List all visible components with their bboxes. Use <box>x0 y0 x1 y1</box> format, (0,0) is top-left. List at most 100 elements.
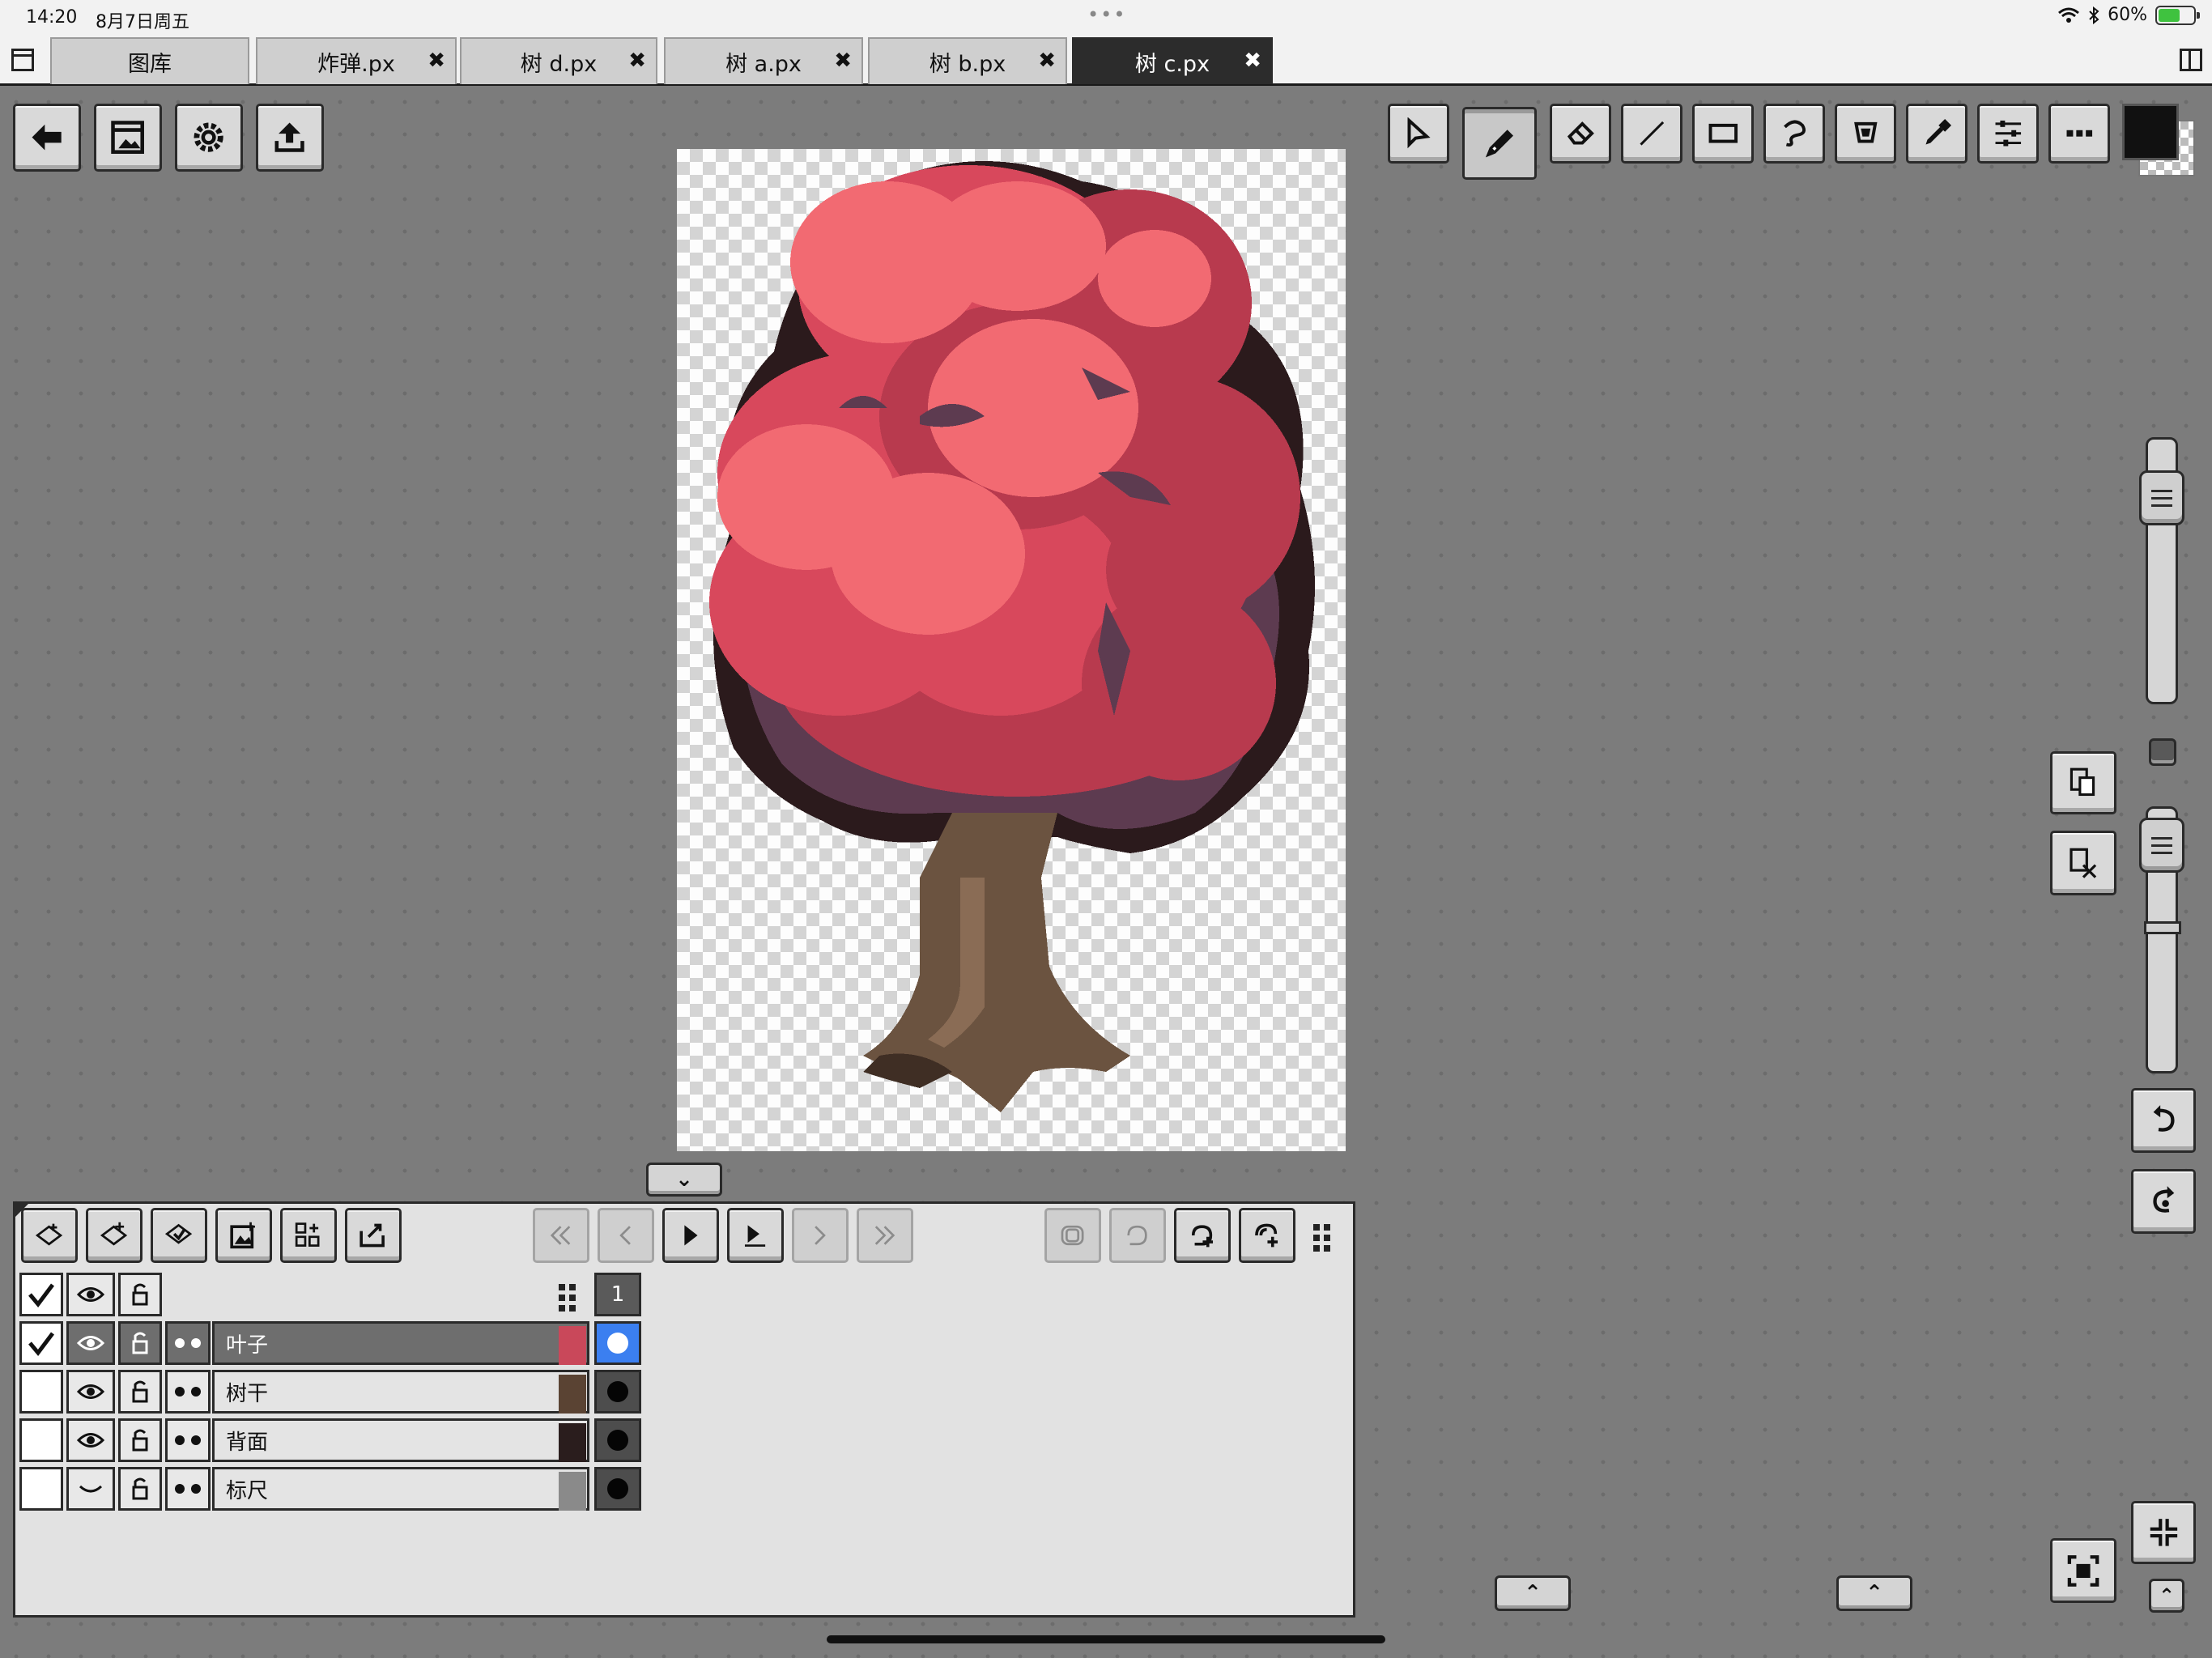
layer-name[interactable]: 标尺 <box>212 1467 589 1511</box>
layer-name[interactable]: 背面 <box>212 1418 589 1462</box>
close-tab-icon[interactable]: ✖ <box>1038 49 1056 73</box>
chevron-up-icon: ⌃ <box>1865 1581 1883 1605</box>
last-frame-button[interactable] <box>857 1208 913 1263</box>
redo-button[interactable] <box>2131 1169 2196 1234</box>
share-upload-button[interactable] <box>256 104 324 172</box>
close-tab-icon[interactable]: ✖ <box>834 49 852 73</box>
frame-copy-button[interactable] <box>1044 1208 1101 1263</box>
status-bar: 14:20 8月7日周五 ••• 60% <box>0 0 2212 36</box>
line-button[interactable] <box>1621 104 1682 164</box>
export-image-button[interactable] <box>94 104 162 172</box>
layer-frame-cell[interactable] <box>594 1467 641 1511</box>
brush-size-slider-handle[interactable] <box>2139 470 2184 525</box>
layer-name[interactable]: 叶子 <box>212 1321 589 1365</box>
close-tab-icon[interactable]: ✖ <box>428 49 445 73</box>
settings-gear-button[interactable] <box>175 104 243 172</box>
drag-handle-icon[interactable] <box>1313 1224 1330 1252</box>
layer-visibility-toggle[interactable] <box>66 1370 115 1414</box>
rectangle-icon <box>1708 124 1738 143</box>
layer-checkbox[interactable] <box>19 1370 63 1414</box>
status-date: 8月7日周五 <box>96 12 189 32</box>
close-tab-icon[interactable]: ✖ <box>1244 49 1261 73</box>
layer-lock-toggle[interactable] <box>118 1321 162 1365</box>
first-frame-button[interactable] <box>533 1208 589 1263</box>
layer-name[interactable]: 树干 <box>212 1370 589 1414</box>
layer-lock-toggle[interactable] <box>118 1418 162 1462</box>
primary-color-swatch[interactable] <box>2122 104 2179 160</box>
expand-button[interactable]: ⌃ <box>2149 1579 2184 1613</box>
back-button[interactable] <box>13 104 81 172</box>
frame-loop-button[interactable] <box>1109 1208 1166 1263</box>
frame-number[interactable]: 1 <box>594 1273 641 1316</box>
layer-thumbnail <box>559 1423 586 1462</box>
lasso-button[interactable] <box>1763 104 1825 164</box>
shrink-icon <box>2150 1519 2177 1546</box>
layer-blend-toggle[interactable] <box>165 1467 211 1511</box>
merge-layer-button[interactable] <box>151 1208 207 1263</box>
import-image-layer-button[interactable] <box>215 1208 272 1263</box>
rectangle-button[interactable] <box>1692 104 1754 164</box>
layer-lock-toggle[interactable] <box>118 1467 162 1511</box>
undo-button[interactable] <box>2131 1088 2196 1153</box>
sidebar-toggle-icon[interactable] <box>2180 49 2202 71</box>
eye-closed-icon <box>79 1485 103 1493</box>
onion-button[interactable] <box>727 1208 784 1263</box>
next-frame-button[interactable] <box>792 1208 849 1263</box>
layer-visibility-toggle[interactable] <box>66 1321 115 1365</box>
tab-gallery[interactable]: 图库 <box>50 37 249 84</box>
frame-add-button[interactable] <box>1174 1208 1231 1263</box>
expand-palette-button[interactable]: ⌃ <box>1836 1575 1912 1611</box>
frame-add-multi-button[interactable] <box>1239 1208 1295 1263</box>
fill-bucket-button[interactable] <box>1835 104 1896 164</box>
window-icon[interactable] <box>11 49 34 71</box>
multitask-dots-icon[interactable]: ••• <box>1087 3 1126 26</box>
layer-grid-button[interactable] <box>280 1208 337 1263</box>
layer-frame-cell[interactable] <box>594 1370 641 1414</box>
layer-drag-handle-icon[interactable] <box>559 1284 576 1312</box>
more-button[interactable] <box>2048 104 2110 164</box>
pencil-button[interactable] <box>1462 107 1537 180</box>
layer-visibility-toggle[interactable] <box>66 1467 115 1511</box>
close-tab-icon[interactable]: ✖ <box>628 49 646 73</box>
tab-document-1[interactable]: 炸弹.px ✖ <box>256 37 457 84</box>
drawing-canvas[interactable] <box>677 149 1346 1151</box>
layer-frame-cell[interactable] <box>594 1321 641 1365</box>
tab-document-5[interactable]: 树 c.px ✖ <box>1072 37 1273 84</box>
layer-export-button[interactable] <box>345 1208 402 1263</box>
layer-blend-toggle[interactable] <box>165 1370 211 1414</box>
tab-document-4[interactable]: 树 b.px ✖ <box>868 37 1067 84</box>
expand-panel-button[interactable]: ⌃ <box>1495 1575 1571 1611</box>
lock-all-toggle[interactable] <box>118 1273 162 1316</box>
layer-checkbox[interactable] <box>19 1467 63 1511</box>
slider-mode-toggle[interactable] <box>2149 738 2176 766</box>
layer-checkbox[interactable] <box>19 1321 63 1365</box>
select-arrow-button[interactable] <box>1388 104 1449 164</box>
clear-button[interactable] <box>2050 831 2116 895</box>
opacity-slider-handle[interactable] <box>2139 818 2184 873</box>
back-icon <box>32 125 62 151</box>
collapse-panel-button[interactable]: ⌄ <box>646 1163 722 1197</box>
layer-checkbox[interactable] <box>19 1418 63 1462</box>
select-all-checkbox[interactable] <box>19 1273 63 1316</box>
collapse-view-button[interactable] <box>2131 1501 2196 1564</box>
unlock-icon <box>132 1332 148 1354</box>
eraser-button[interactable] <box>1550 104 1611 164</box>
adjust-sliders-button[interactable] <box>1977 104 2039 164</box>
visibility-all-toggle[interactable] <box>66 1273 115 1316</box>
layer-name-label: 背面 <box>226 1430 269 1455</box>
layer-visibility-toggle[interactable] <box>66 1418 115 1462</box>
new-layer-button[interactable] <box>21 1208 78 1263</box>
layer-frame-cell[interactable] <box>594 1418 641 1462</box>
tab-document-2[interactable]: 树 d.px ✖ <box>460 37 657 84</box>
layer-blend-toggle[interactable] <box>165 1418 211 1462</box>
fit-screen-button[interactable] <box>2050 1538 2116 1603</box>
play-button[interactable] <box>662 1208 719 1263</box>
duplicate-layer-button[interactable] <box>86 1208 143 1263</box>
copy-button[interactable] <box>2050 751 2116 814</box>
tab-document-3[interactable]: 树 a.px ✖ <box>664 37 863 84</box>
layer-lock-toggle[interactable] <box>118 1370 162 1414</box>
layer-grid-icon <box>296 1222 320 1247</box>
prev-frame-button[interactable] <box>598 1208 654 1263</box>
eyedropper-button[interactable] <box>1906 104 1967 164</box>
layer-blend-toggle[interactable] <box>165 1321 211 1365</box>
